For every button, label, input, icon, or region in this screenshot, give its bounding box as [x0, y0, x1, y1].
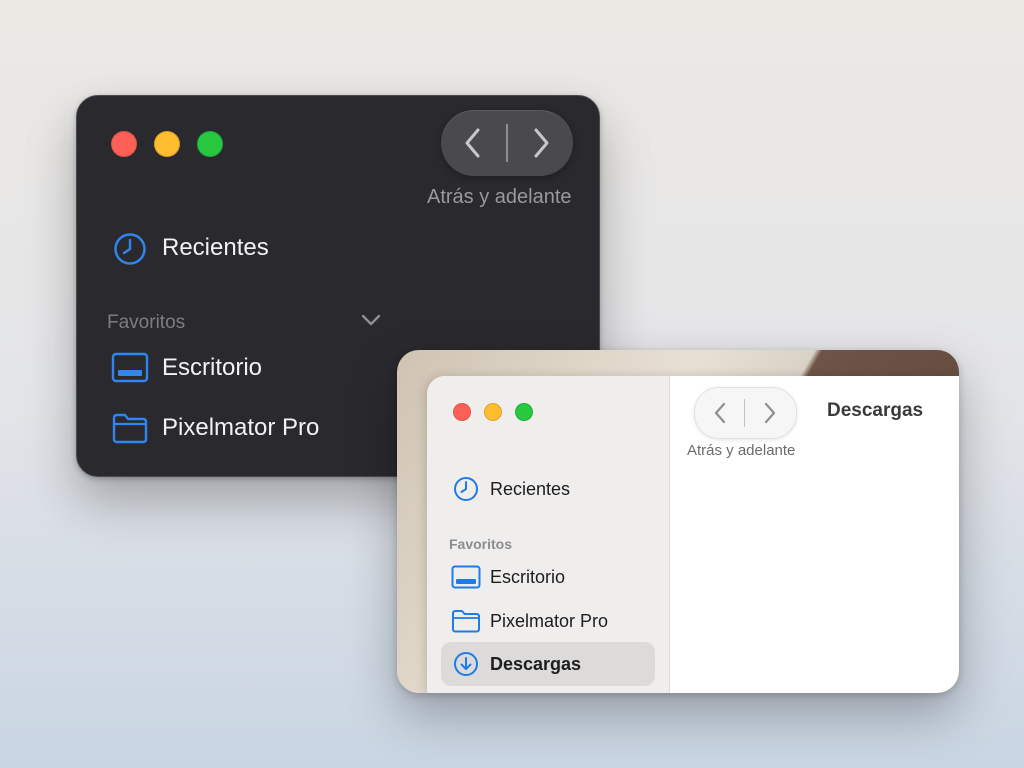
sidebar-item-label: Escritorio [162, 354, 263, 381]
sidebar-item-label: Recientes [490, 479, 571, 499]
sidebar-item-recents[interactable]: Recientes [441, 472, 655, 506]
close-button[interactable] [453, 403, 471, 421]
chevron-left-icon [465, 128, 480, 158]
sidebar-item-label: Pixelmator Pro [490, 611, 609, 631]
sidebar-item-label: Escritorio [490, 567, 566, 587]
minimize-button[interactable] [484, 403, 502, 421]
window-title: Descargas [827, 400, 924, 421]
sidebar-item-label: Pixelmator Pro [162, 414, 320, 441]
sidebar: Recientes Favoritos Escritorio Pixelmato… [427, 376, 670, 693]
folder-icon [452, 610, 480, 633]
minimize-button[interactable] [154, 131, 180, 157]
zoom-button[interactable] [197, 131, 223, 157]
finder-panel: Recientes Favoritos Escritorio Pixelmato… [427, 376, 959, 693]
desktop-icon [111, 352, 149, 383]
back-forward-control [441, 110, 573, 176]
back-button[interactable] [441, 110, 505, 176]
folder-icon [112, 413, 148, 444]
nav-caption: Atrás y adelante [687, 442, 796, 459]
nav-divider [744, 399, 745, 427]
favorites-header: Favoritos [107, 312, 186, 333]
zoom-button[interactable] [515, 403, 533, 421]
chevron-right-icon [534, 128, 549, 158]
sidebar-item-downloads[interactable]: Descargas [441, 642, 655, 686]
chevron-down-icon[interactable] [360, 312, 382, 328]
back-forward-control [694, 387, 797, 439]
nav-divider [506, 124, 508, 162]
sidebar-item-label: Descargas [490, 654, 582, 674]
sidebar-item-pixelmator[interactable]: Pixelmator Pro [107, 408, 407, 448]
clock-icon [114, 233, 146, 265]
sidebar-item-recents[interactable]: Recientes [107, 228, 407, 268]
favorites-header: Favoritos [449, 536, 513, 552]
desktop-icon [451, 565, 481, 589]
clock-icon [454, 477, 478, 501]
close-button[interactable] [111, 131, 137, 157]
sidebar-item-label: Recientes [162, 234, 269, 261]
chevron-right-icon [764, 402, 776, 424]
sidebar-item-desktop[interactable]: Escritorio [441, 560, 655, 594]
sidebar-item-pixelmator[interactable]: Pixelmator Pro [441, 604, 655, 638]
sidebar-item-desktop[interactable]: Escritorio [107, 348, 407, 388]
forward-button[interactable] [509, 110, 573, 176]
forward-button[interactable] [747, 388, 795, 438]
back-button[interactable] [695, 388, 743, 438]
light-finder-window: Recientes Favoritos Escritorio Pixelmato… [397, 350, 959, 693]
chevron-left-icon [714, 402, 726, 424]
download-icon [454, 652, 478, 676]
nav-caption: Atrás y adelante [427, 186, 572, 208]
